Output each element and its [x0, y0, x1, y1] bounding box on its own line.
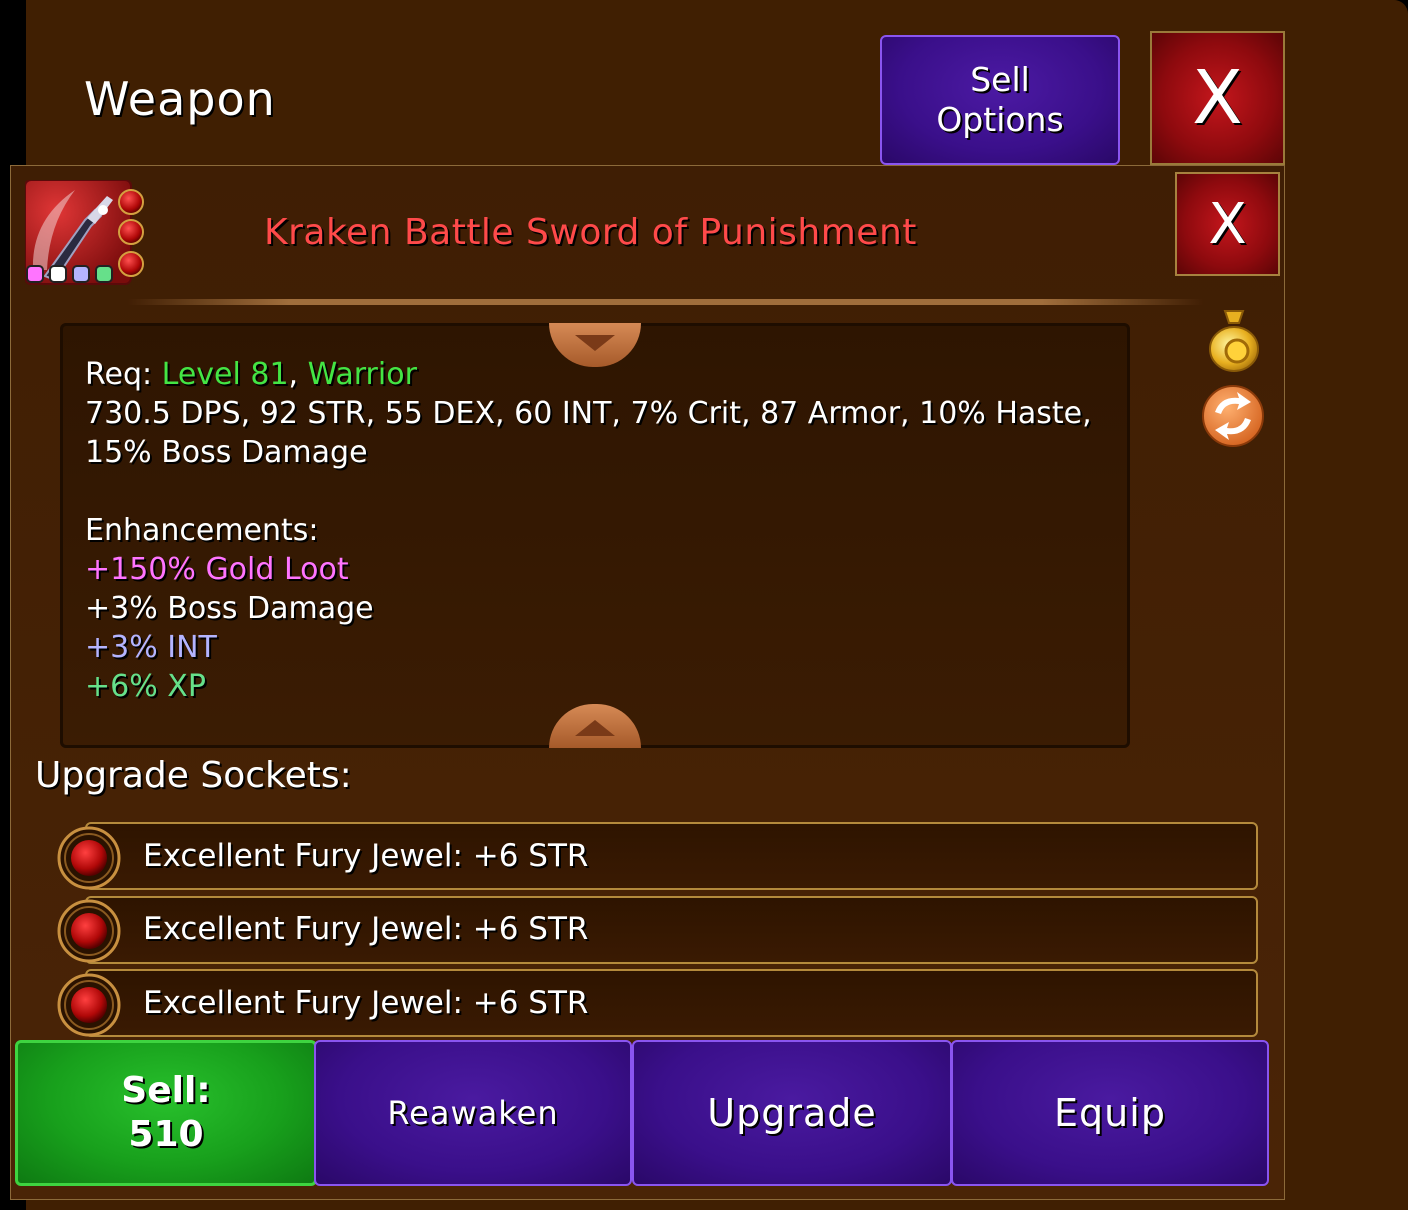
- sell-options-label-line1: Sell: [970, 60, 1030, 99]
- divider: [128, 299, 1203, 305]
- close-icon: X: [1208, 191, 1247, 257]
- req-class: Warrior: [307, 357, 417, 392]
- upgrade-button[interactable]: Upgrade: [632, 1040, 952, 1186]
- sell-label: Sell:: [121, 1070, 211, 1111]
- socket-text: Excellent Fury Jewel: +6 STR: [143, 911, 589, 947]
- upgrade-sockets-title: Upgrade Sockets:: [35, 755, 352, 796]
- gold-bag-icon[interactable]: [1207, 307, 1261, 373]
- req-label: Req:: [85, 357, 162, 392]
- chevron-up-icon: [575, 720, 615, 736]
- item-close-button[interactable]: X: [1175, 172, 1280, 276]
- requirement-line: Req: Level 81, Warrior: [85, 355, 1115, 394]
- sell-options-button[interactable]: Sell Options: [880, 35, 1120, 165]
- upgrade-label: Upgrade: [707, 1091, 877, 1135]
- item-name: Kraken Battle Sword of Punishment: [264, 212, 917, 253]
- equip-label: Equip: [1054, 1091, 1166, 1135]
- sell-value: 510: [128, 1114, 204, 1155]
- red-gem-icon: [57, 899, 121, 963]
- sword-icon: [24, 179, 145, 285]
- chevron-down-icon: [575, 335, 615, 351]
- enhancements-title: Enhancements:: [85, 513, 319, 548]
- enhancement-item: +3% INT: [85, 630, 217, 665]
- sell-options-label-line2: Options: [936, 100, 1064, 139]
- sell-button[interactable]: Sell: 510: [15, 1040, 317, 1186]
- enhancement-item: +150% Gold Loot: [85, 552, 349, 587]
- red-gem-icon: [57, 973, 121, 1037]
- window-title: Weapon: [84, 72, 276, 126]
- reawaken-label: Reawaken: [387, 1094, 559, 1132]
- enhancement-item: +3% Boss Damage: [85, 591, 374, 626]
- red-gem-icon: [57, 826, 121, 890]
- enhancement-item: +6% XP: [85, 669, 206, 704]
- equip-button[interactable]: Equip: [951, 1040, 1269, 1186]
- stats-line-1: 730.5 DPS, 92 STR, 55 DEX, 60 INT, 7% Cr…: [85, 396, 1092, 431]
- socket-text: Excellent Fury Jewel: +6 STR: [143, 985, 589, 1021]
- socket-text: Excellent Fury Jewel: +6 STR: [143, 838, 589, 874]
- reawaken-button[interactable]: Reawaken: [314, 1040, 632, 1186]
- req-level: Level 81: [161, 357, 289, 392]
- window-close-button[interactable]: X: [1150, 31, 1285, 165]
- stats-line-2: 15% Boss Damage: [85, 435, 368, 470]
- req-separator: ,: [288, 357, 308, 392]
- close-icon: X: [1192, 55, 1243, 141]
- refresh-icon[interactable]: [1201, 384, 1265, 448]
- item-description: Req: Level 81, Warrior 730.5 DPS, 92 STR…: [85, 355, 1115, 706]
